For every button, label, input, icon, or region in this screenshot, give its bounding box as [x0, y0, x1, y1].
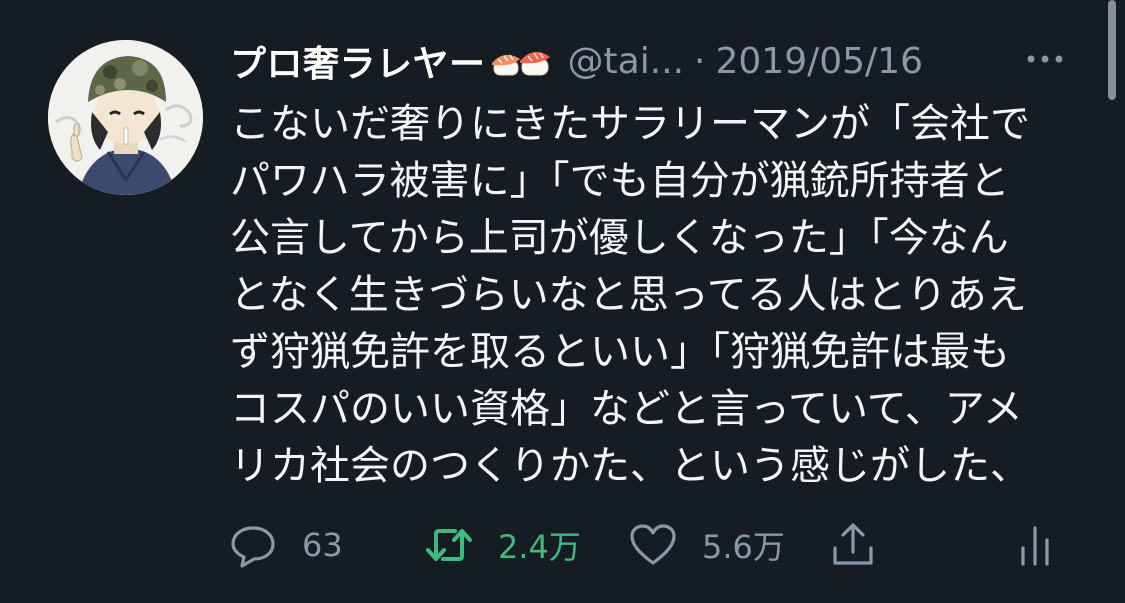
analytics-button[interactable] — [1010, 520, 1060, 570]
sushi-emoji-icon — [490, 41, 552, 81]
tweet-actions: 63 2.4万 5.6万 — [228, 520, 1088, 570]
reply-bubble-icon — [228, 522, 278, 568]
display-name[interactable]: プロ奢ラレヤー — [230, 35, 486, 87]
heart-icon — [628, 522, 678, 568]
scrollbar[interactable] — [1108, 0, 1116, 100]
share-icon — [828, 522, 878, 568]
retweet-count: 2.4万 — [498, 528, 581, 566]
reply-button[interactable]: 63 — [228, 520, 343, 570]
tweet-text-line: リカ社会のつくりかた、という感じがした、 — [230, 443, 1030, 489]
retweet-button[interactable]: 2.4万 — [424, 520, 581, 570]
user-handle[interactable]: @tai... — [568, 41, 685, 82]
tweet-text-line: ず狩猟免許を取るといい」「狩猟免許は最も — [230, 329, 1010, 375]
tweet-date[interactable]: 2019/05/16 — [715, 41, 923, 82]
analytics-icon — [1010, 522, 1060, 568]
tweet-text-line: パワハラ被害に」「でも自分が猟銃所持者と — [230, 158, 1010, 204]
share-button[interactable] — [828, 520, 878, 570]
tweet-text-line: こないだ奢りにきたサラリーマンが「会社で — [230, 101, 1030, 147]
retweet-icon — [424, 522, 474, 568]
separator-dot: · — [694, 40, 706, 82]
more-dots-icon[interactable] — [1020, 44, 1070, 74]
tweet-text-line: コスパのいい資格」などと言っていて、アメ — [230, 386, 1023, 432]
tweet-header: プロ奢ラレヤー @tai... · 2019/05/16 — [230, 36, 923, 86]
tweet-card[interactable]: プロ奢ラレヤー @tai... · 2019/05/16 こないだ奢りにきたサラ… — [0, 0, 1125, 603]
like-count: 5.6万 — [702, 528, 785, 566]
like-button[interactable]: 5.6万 — [628, 520, 785, 570]
reply-count: 63 — [302, 526, 343, 564]
avatar[interactable] — [48, 40, 203, 195]
tweet-text-line: となく生きづらいなと思ってる人はとりあえ — [230, 272, 1027, 318]
tweet-text: こないだ奢りにきたサラリーマンが「会社で パワハラ被害に」「でも自分が猟銃所持者… — [230, 96, 1080, 495]
tweet-text-line: 公言してから上司が優しくなった」「今なん — [230, 215, 1009, 261]
